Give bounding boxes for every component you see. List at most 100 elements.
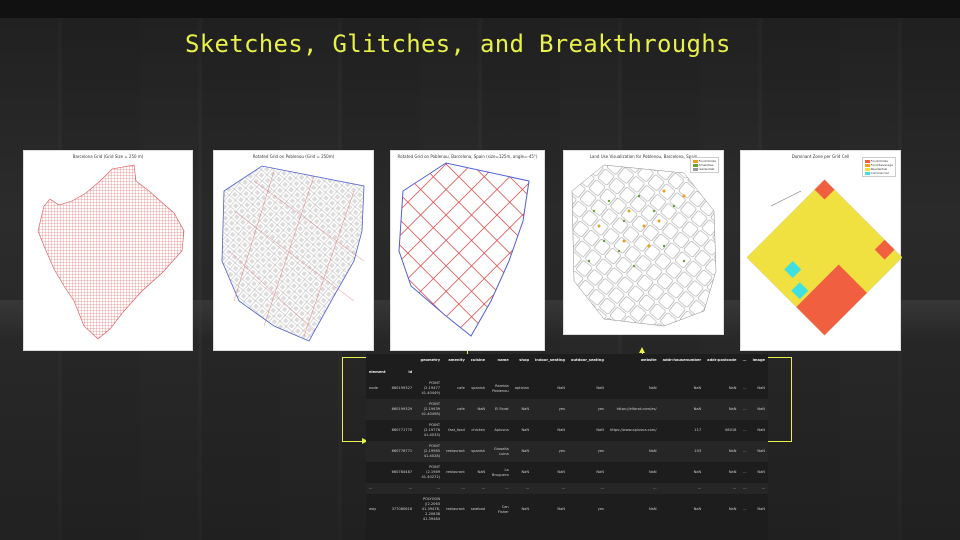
connector-left-down <box>342 357 343 441</box>
table-cell: NaN <box>693 386 702 390</box>
table-cell: NaN <box>693 507 702 511</box>
column-header-spacer <box>415 366 443 378</box>
table-cell: ... <box>511 483 533 494</box>
cell-id: 377080616 <box>391 507 413 511</box>
column-header: outdoor_seating <box>570 358 604 362</box>
dataframe: geometry amenity cuisine name shop indoor_sea… <box>366 354 768 525</box>
index-header <box>366 354 389 366</box>
table-cell: Aplusna <box>494 428 509 432</box>
table-cell: NaN <box>521 507 530 511</box>
table-cell: POINT (2.19965 41.4028) <box>415 441 444 462</box>
table-cell: POLYGON ((2.2063 41.39478, 2.20638 41.39… <box>421 497 441 521</box>
legend-item: Commercial <box>870 171 889 175</box>
land-use-map <box>571 164 717 327</box>
rotated-grid-125-map <box>398 162 530 337</box>
column-header-spacer <box>488 366 512 378</box>
table-cell: NaN <box>521 470 530 474</box>
table-cell: NaN <box>757 386 765 390</box>
table-cell: yes <box>597 507 604 511</box>
table-cell: NaN <box>728 386 737 390</box>
table-row: 660776771 POINT (2.19965 41.4028) restaura… <box>366 441 768 462</box>
table-cell: NaN <box>648 470 657 474</box>
table-cell: ... <box>606 483 660 494</box>
cell-element <box>366 441 389 462</box>
table-cell: ... <box>743 507 747 511</box>
panel-barcelona-grid: Barcelona Grid (Grid Size = 250 m) <box>23 150 193 351</box>
table-cell: El Forat <box>488 399 512 420</box>
table-cell: seafood <box>470 507 486 511</box>
table-row: 660199329 POINT (2.19439 41.40498) cafe NaN… <box>366 399 768 420</box>
table-cell: ... <box>659 483 705 494</box>
index-header-element: element <box>369 370 386 374</box>
table-cell: spanish <box>467 441 489 462</box>
table-cell: NaN <box>521 428 530 432</box>
cell-id: 660784487 <box>391 470 413 474</box>
table-body: node 660199327 POINT (2.19477 41.40449) caf… <box>366 378 768 525</box>
table-cell: NaN <box>749 399 768 420</box>
table-cell: restaurant <box>446 507 465 511</box>
column-header: indoor_seating <box>535 358 565 362</box>
column-header-spacer <box>739 366 749 378</box>
column-header: geometry <box>420 358 441 362</box>
panel-rotated-grid-250: Rotated Grid on Poblenou (Grid = 250m) <box>213 150 374 351</box>
arrow-up-icon <box>639 347 645 353</box>
rotated-grid-250-map <box>221 165 365 342</box>
table-cell: POINT (2.19776 41.4033) <box>423 423 441 437</box>
column-header: amenity <box>448 358 465 362</box>
table-cell: NaN <box>477 470 486 474</box>
table-cell: NaN <box>606 441 660 462</box>
table-cell: NaN <box>659 399 705 420</box>
legend-item: residential <box>698 167 715 171</box>
table-cell: NaN <box>757 470 765 474</box>
table-cell: NaN <box>749 441 768 462</box>
table-row: 660771770 POINT (2.19776 41.4033) fast_foo… <box>366 420 768 441</box>
table-cell: spanish <box>471 386 486 390</box>
table-cell: Rambla Poblenou <box>492 383 509 393</box>
table-cell: NaN <box>728 470 737 474</box>
column-header-spacer <box>443 366 468 378</box>
cell-element: ... <box>366 483 389 494</box>
cell-element: way <box>369 507 377 511</box>
table-cell: 117 <box>694 428 702 432</box>
table-cell: NaN <box>596 386 604 390</box>
column-header-spacer <box>568 366 607 378</box>
table-cell: restaurant <box>443 441 468 462</box>
dominant-zone-map <box>746 179 902 336</box>
index-header-id: id <box>408 370 413 374</box>
table-row: 660784487 POINT (2.1989 41.40272) restaura… <box>366 462 768 483</box>
cell-element: node <box>369 386 378 390</box>
cell-element <box>366 462 389 483</box>
table-cell: yes <box>567 441 607 462</box>
connector-right-to-table <box>768 441 792 442</box>
table-cell: ... <box>739 441 750 462</box>
table-cell: ... <box>467 483 489 494</box>
column-header-spacer <box>704 366 739 378</box>
table-cell: NaN <box>648 507 657 511</box>
column-header-spacer <box>532 366 568 378</box>
table-cell: NaN <box>557 428 565 432</box>
table-row: node 660199327 POINT (2.19477 41.40449) caf… <box>366 378 768 399</box>
table-cell: cafe <box>457 386 465 390</box>
table-cell: ... <box>532 483 568 494</box>
table-cell: 08018 <box>725 428 737 432</box>
table-cell: optician <box>514 386 530 390</box>
table-cell: NaN <box>704 399 740 420</box>
table-cell: ... <box>739 399 750 420</box>
table-cell: ... <box>749 483 768 494</box>
table-cell: NaN <box>704 441 740 462</box>
table-cell: NaN <box>596 428 604 432</box>
table-cell: NaN <box>693 470 702 474</box>
table-cell: restaurant <box>446 470 465 474</box>
table-row: ........................................… <box>366 483 768 494</box>
barcelona-grid-map <box>37 164 185 340</box>
table-index-header-row: element id <box>366 366 768 378</box>
table-cell: yes <box>532 399 568 420</box>
column-header: addr:housenumber <box>662 358 702 362</box>
table-cell: Can Fisher <box>498 504 509 514</box>
column-header-spacer <box>468 366 488 378</box>
cell-id: 660199327 <box>391 386 413 390</box>
table-cell: ... <box>704 483 740 494</box>
table-cell: ... <box>743 428 747 432</box>
table-cell: ... <box>567 483 607 494</box>
column-header: website <box>640 358 657 362</box>
